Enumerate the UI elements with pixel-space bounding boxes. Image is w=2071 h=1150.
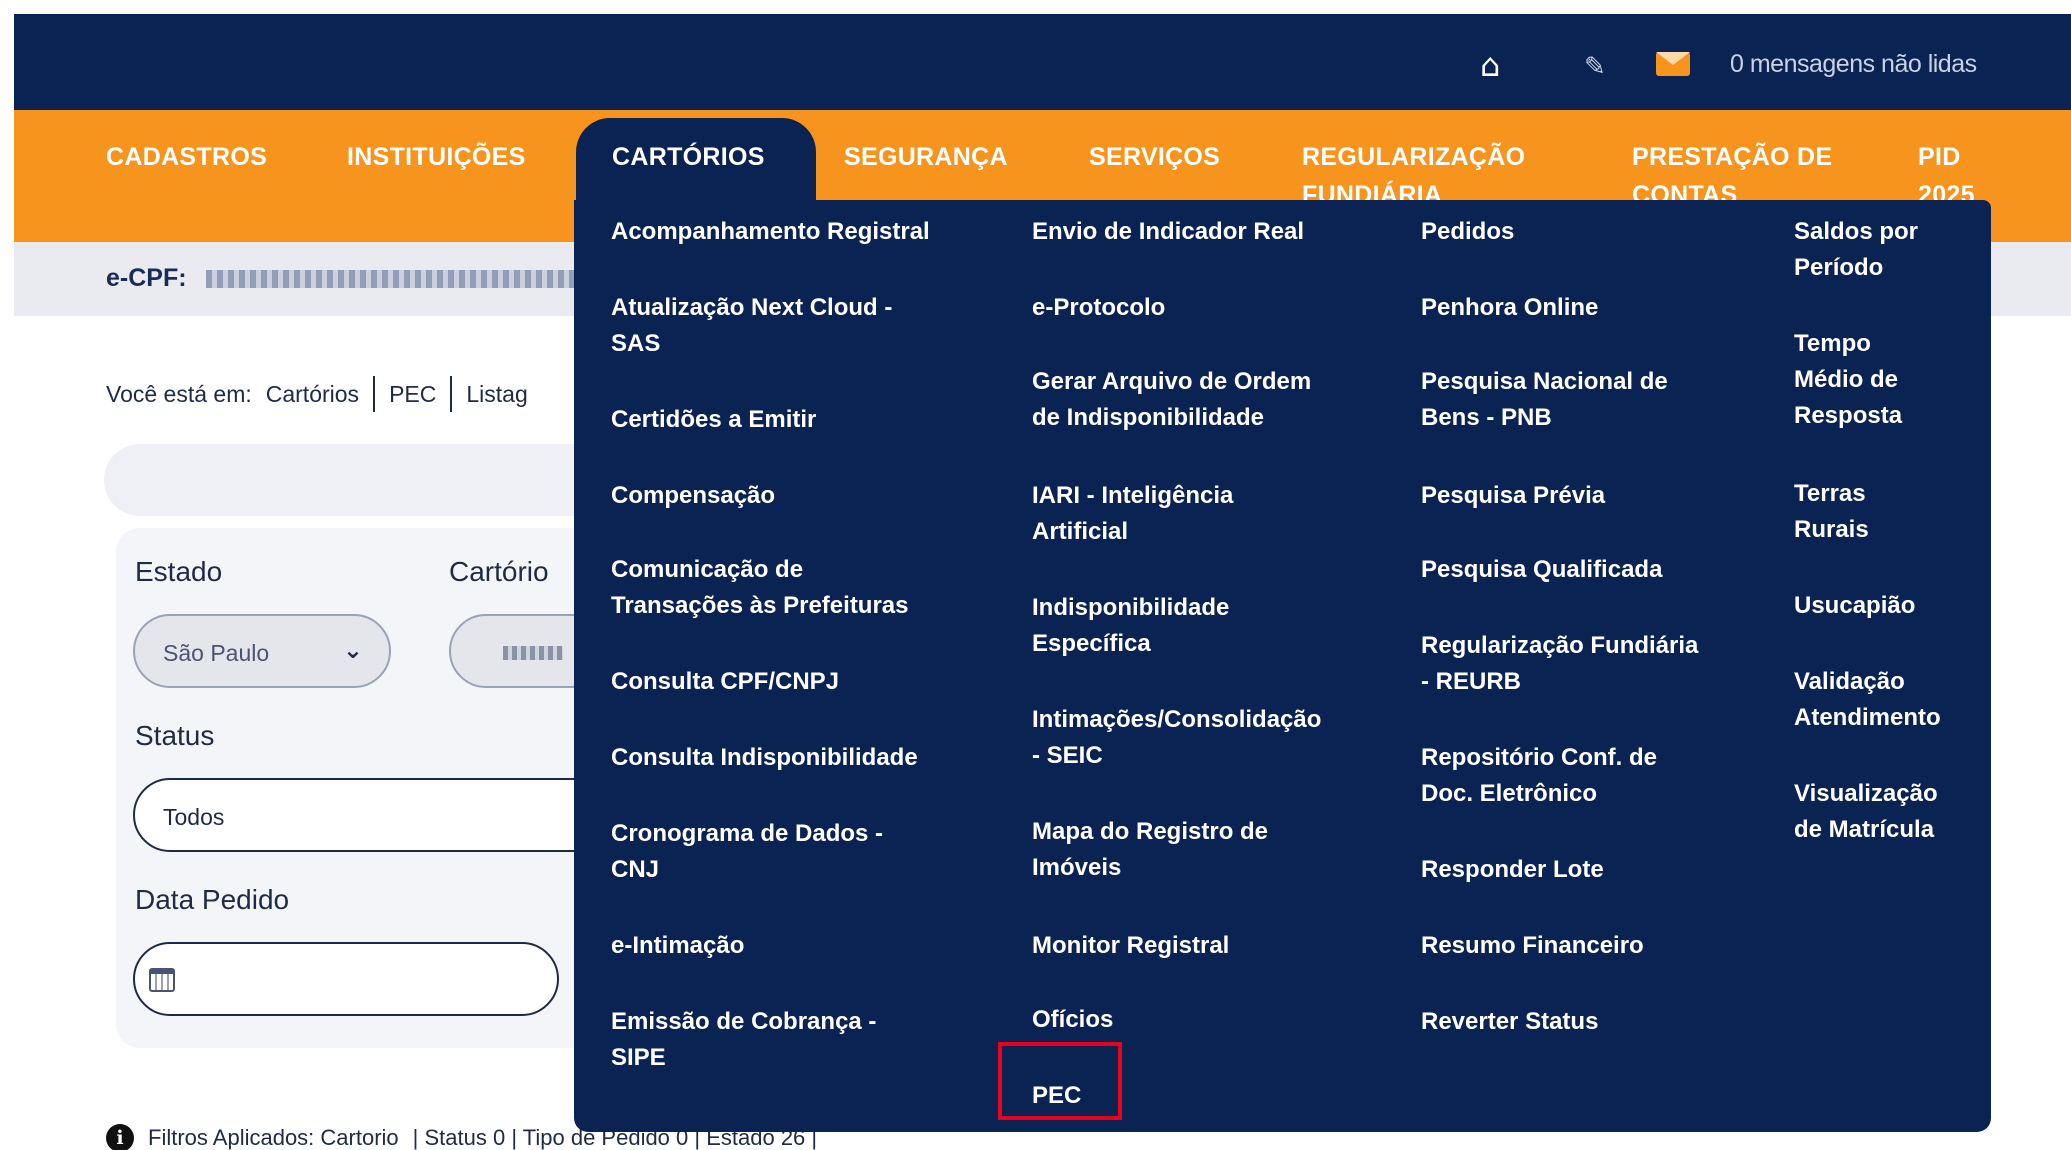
breadcrumb-separator — [450, 376, 453, 412]
menu-item-pesquisa-qualificada[interactable]: Pesquisa Qualificada — [1421, 552, 1761, 588]
status-value: Todos — [163, 804, 225, 830]
menu-item-cronograma-de-dados[interactable]: Cronograma de Dados - CNJ — [611, 816, 951, 888]
cpf-label: e-CPF: — [106, 264, 187, 292]
breadcrumb-cartorios[interactable]: Cartórios — [266, 381, 359, 408]
menu-item-gerar-arquivo-ordem[interactable]: Gerar Arquivo de Ordem de Indisponibilid… — [1032, 364, 1372, 436]
estado-label: Estado — [135, 556, 223, 587]
menu-item-iari[interactable]: IARI - Inteligência Artificial — [1032, 478, 1372, 550]
info-icon: i — [106, 1124, 134, 1150]
top-bar: ⌂ ✎ 0 mensagens não lidas — [14, 14, 2071, 110]
nav-seguranca[interactable]: SEGURANÇA — [844, 138, 1008, 176]
breadcrumb: Você está em: Cartórios PEC Listag — [106, 376, 528, 412]
menu-item-atualizacao-next-cloud[interactable]: Atualização Next Cloud - SAS — [611, 290, 951, 362]
menu-item-regularizacao-fundiaria[interactable]: Regularização Fundiária - REURB — [1421, 628, 1761, 700]
menu-item-validacao-atendimento[interactable]: Validação Atendimento — [1794, 664, 1964, 736]
menu-item-comunicacao-transacoes[interactable]: Comunicação de Transações às Prefeituras — [611, 552, 951, 624]
menu-item-mapa-do-registro[interactable]: Mapa do Registro de Imóveis — [1032, 814, 1372, 886]
menu-item-tempo-medio-resposta[interactable]: Tempo Médio de Resposta — [1794, 326, 1964, 434]
cpf-value-redacted — [206, 270, 586, 288]
menu-item-pesquisa-previa[interactable]: Pesquisa Prévia — [1421, 478, 1761, 514]
menu-item-reverter-status[interactable]: Reverter Status — [1421, 1004, 1761, 1040]
breadcrumb-separator — [373, 376, 376, 412]
menu-item-intimacoes-consolidacao[interactable]: Intimações/Consolidação - SEIC — [1032, 702, 1372, 774]
menu-item-usucapiao[interactable]: Usucapião — [1794, 588, 1964, 624]
menu-item-oficios[interactable]: Ofícios — [1032, 1002, 1372, 1038]
menu-item-visualizacao-matricula[interactable]: Visualização de Matrícula — [1794, 776, 1964, 848]
menu-item-saldos-por-periodo[interactable]: Saldos por Período — [1794, 214, 1964, 286]
filters-text: Filtros Aplicados: Cartorio — [148, 1125, 399, 1150]
menu-item-penhora-online[interactable]: Penhora Online — [1421, 290, 1761, 326]
menu-item-indisponibilidade-especifica[interactable]: Indisponibilidade Específica — [1032, 590, 1372, 662]
cartorio-value-redacted — [503, 646, 563, 660]
breadcrumb-pec[interactable]: PEC — [389, 381, 436, 408]
menu-item-pedidos[interactable]: Pedidos — [1421, 214, 1761, 250]
mail-icon[interactable] — [1656, 52, 1690, 76]
data-pedido-label: Data Pedido — [135, 884, 290, 915]
cartorio-label: Cartório — [449, 556, 549, 587]
chevron-down-icon: ⌄ — [342, 636, 363, 664]
menu-item-monitor-registral[interactable]: Monitor Registral — [1032, 928, 1372, 964]
menu-item-repositorio-conf[interactable]: Repositório Conf. de Doc. Eletrônico — [1421, 740, 1761, 812]
nav-cadastros[interactable]: CADASTROS — [106, 138, 267, 176]
pec-highlight-box — [998, 1042, 1122, 1120]
menu-item-resumo-financeiro[interactable]: Resumo Financeiro — [1421, 928, 1761, 964]
breadcrumb-prefix: Você está em: — [106, 380, 252, 407]
menu-item-pesquisa-nacional-bens[interactable]: Pesquisa Nacional de Bens - PNB — [1421, 364, 1761, 436]
status-label: Status — [135, 720, 215, 751]
menu-item-emissao-de-cobranca[interactable]: Emissão de Cobrança - SIPE — [611, 1004, 951, 1076]
calendar-icon[interactable] — [149, 968, 175, 992]
cartorios-dropdown-menu: Acompanhamento Registral Atualização Nex… — [574, 200, 1991, 1132]
menu-item-responder-lote[interactable]: Responder Lote — [1421, 852, 1761, 888]
edit-icon[interactable]: ✎ — [1584, 52, 1606, 82]
menu-item-envio-indicador-real[interactable]: Envio de Indicador Real — [1032, 214, 1372, 250]
estado-value: São Paulo — [163, 640, 270, 666]
menu-item-consulta-indisponibilidade[interactable]: Consulta Indisponibilidade — [611, 740, 951, 776]
menu-item-certidoes-a-emitir[interactable]: Certidões a Emitir — [611, 402, 951, 438]
menu-item-e-intimacao[interactable]: e-Intimação — [611, 928, 951, 964]
menu-item-terras-rurais[interactable]: Terras Rurais — [1794, 476, 1964, 548]
menu-item-consulta-cpf-cnpj[interactable]: Consulta CPF/CNPJ — [611, 664, 951, 700]
estado-select[interactable]: São Paulo ⌄ — [133, 614, 391, 688]
menu-item-e-protocolo[interactable]: e-Protocolo — [1032, 290, 1372, 326]
nav-servicos[interactable]: SERVIÇOS — [1089, 138, 1220, 176]
home-icon[interactable]: ⌂ — [1480, 49, 1500, 81]
breadcrumb-listagem: Listag — [466, 380, 528, 407]
menu-item-acompanhamento-registral[interactable]: Acompanhamento Registral — [611, 214, 951, 250]
menu-item-compensacao[interactable]: Compensação — [611, 478, 951, 514]
unread-messages-link[interactable]: 0 mensagens não lidas — [1730, 50, 1977, 79]
data-pedido-input[interactable] — [133, 942, 559, 1016]
nav-cartorios[interactable]: CARTÓRIOS — [612, 138, 765, 176]
nav-instituicoes[interactable]: INSTITUIÇÕES — [347, 138, 526, 176]
